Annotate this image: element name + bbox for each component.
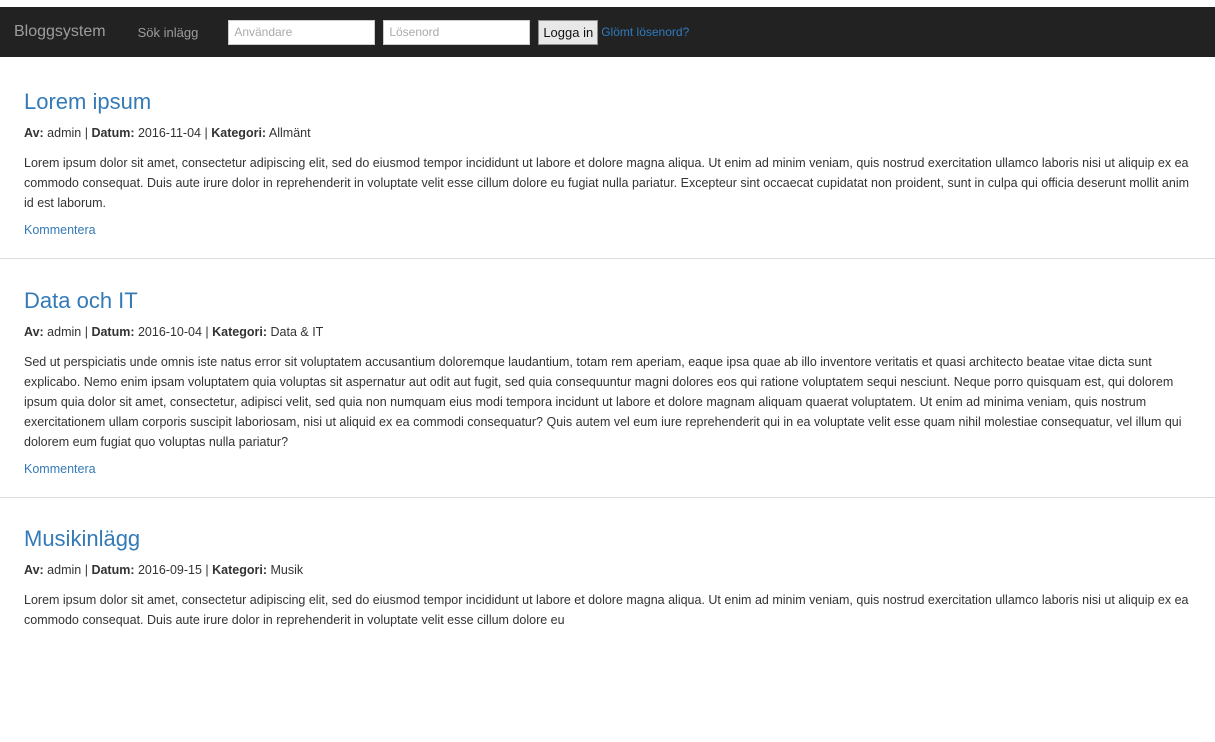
post-title[interactable]: Musikinlägg [24, 498, 1200, 552]
author-label: Av: [24, 325, 44, 339]
post-body: Sed ut perspiciatis unde omnis iste natu… [24, 355, 1182, 449]
date-label: Datum: [91, 563, 135, 577]
forgot-password-link[interactable]: Glömt lösenord? [601, 25, 689, 39]
post-meta: Av: admin | Datum: 2016-10-04 | Kategori… [24, 324, 1200, 340]
post-date: 2016-11-04 [137, 126, 201, 140]
post-category: Data & IT [270, 325, 324, 339]
login-form: Logga in Glömt lösenord? [228, 19, 689, 45]
post-date: 2016-09-15 [137, 563, 202, 577]
author-label: Av: [24, 563, 44, 577]
meta-separator: | [204, 126, 208, 140]
navbar: Bloggsystem Sök inlägg Logga in Glömt lö… [0, 7, 1215, 57]
post-title[interactable]: Lorem ipsum [24, 57, 1200, 115]
date-label: Datum: [91, 325, 135, 339]
category-label: Kategori: [212, 563, 268, 577]
post-author: admin [47, 126, 82, 140]
post-category: Allmänt [268, 126, 311, 140]
meta-separator: | [84, 325, 88, 339]
post-body: Lorem ipsum dolor sit amet, consectetur … [24, 593, 1189, 627]
post-meta: Av: admin | Datum: 2016-09-15 | Kategori… [24, 562, 1200, 578]
post-author: admin [47, 563, 82, 577]
date-label: Datum: [91, 126, 135, 140]
brand-link[interactable]: Bloggsystem [14, 23, 106, 41]
category-label: Kategori: [212, 325, 268, 339]
username-input[interactable] [228, 19, 376, 45]
post: Lorem ipsum Av: admin | Datum: 2016-11-0… [0, 57, 1215, 259]
meta-separator: | [205, 563, 209, 577]
post: Musikinlägg Av: admin | Datum: 2016-09-1… [0, 498, 1215, 630]
comment-link[interactable]: Kommentera [24, 223, 96, 237]
post-meta: Av: admin | Datum: 2016-11-04 | Kategori… [24, 125, 1200, 141]
category-label: Kategori: [211, 126, 267, 140]
post-title[interactable]: Data och IT [24, 259, 1200, 314]
password-input[interactable] [383, 19, 531, 45]
meta-separator: | [84, 126, 88, 140]
author-label: Av: [24, 126, 44, 140]
post: Data och IT Av: admin | Datum: 2016-10-0… [0, 259, 1215, 498]
comment-link[interactable]: Kommentera [24, 462, 96, 476]
post-author: admin [47, 325, 82, 339]
post-list: Lorem ipsum Av: admin | Datum: 2016-11-0… [0, 57, 1215, 630]
login-button[interactable]: Logga in [538, 19, 599, 45]
post-body: Lorem ipsum dolor sit amet, consectetur … [24, 156, 1190, 210]
meta-separator: | [205, 325, 209, 339]
post-category: Musik [270, 563, 304, 577]
meta-separator: | [84, 563, 88, 577]
search-posts-link[interactable]: Sök inlägg [138, 25, 199, 40]
post-date: 2016-10-04 [137, 325, 202, 339]
